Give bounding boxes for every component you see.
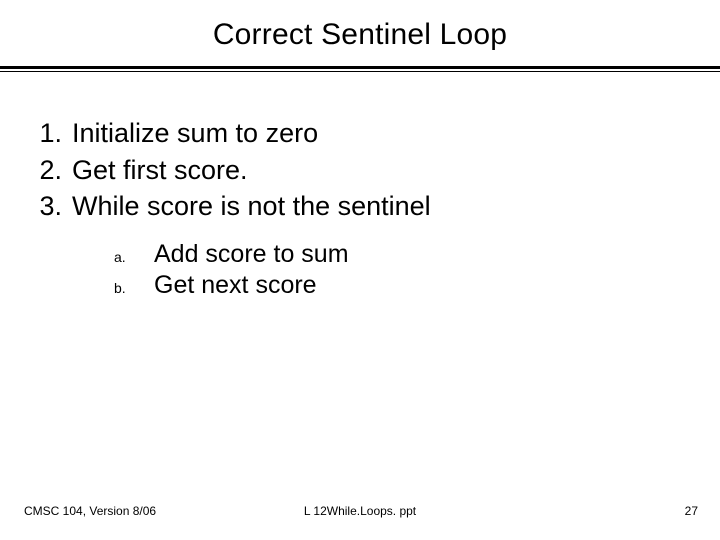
list-text: While score is not the sentinel — [72, 189, 431, 224]
sub-text: Add score to sum — [154, 240, 349, 269]
slide-body: 1. Initialize sum to zero 2. Get first s… — [0, 72, 720, 300]
list-number: 1. — [28, 116, 72, 151]
slide: Correct Sentinel Loop 1. Initialize sum … — [0, 0, 720, 540]
sub-list: a. Add score to sum b. Get next score — [28, 240, 692, 300]
list-item: 1. Initialize sum to zero — [28, 116, 692, 151]
list-item: 2. Get first score. — [28, 153, 692, 188]
slide-title: Correct Sentinel Loop — [0, 18, 720, 52]
sub-label: a. — [114, 249, 154, 265]
sub-label: b. — [114, 280, 154, 296]
slide-footer: CMSC 104, Version 8/06 L 12While.Loops. … — [0, 504, 720, 518]
main-list: 1. Initialize sum to zero 2. Get first s… — [28, 116, 692, 224]
list-item: 3. While score is not the sentinel — [28, 189, 692, 224]
list-item: b. Get next score — [114, 271, 692, 300]
list-item: a. Add score to sum — [114, 240, 692, 269]
list-text: Initialize sum to zero — [72, 116, 318, 151]
footer-page-number: 27 — [685, 504, 698, 518]
footer-left: CMSC 104, Version 8/06 — [24, 504, 156, 518]
sub-text: Get next score — [154, 271, 317, 300]
list-number: 2. — [28, 153, 72, 188]
list-text: Get first score. — [72, 153, 248, 188]
list-number: 3. — [28, 189, 72, 224]
